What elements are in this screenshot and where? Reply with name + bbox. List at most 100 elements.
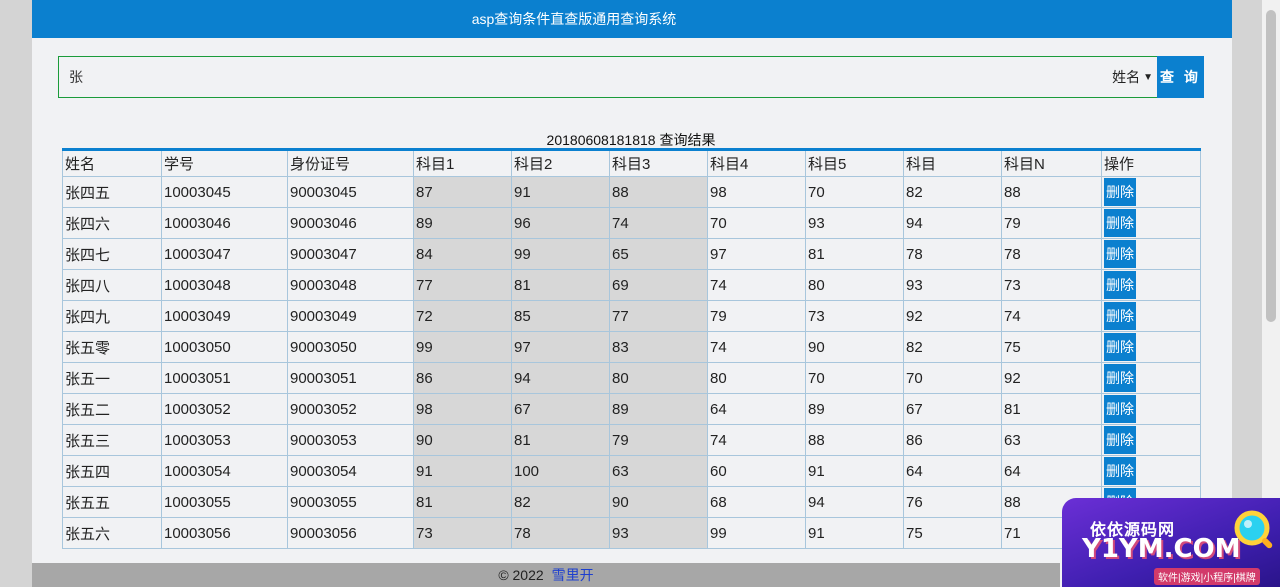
table-cell: 10003054 bbox=[161, 455, 288, 487]
table-cell: 张四六 bbox=[62, 207, 162, 239]
table-row: 张五四 10003054 90003054 91 100 63 60 91 64 64 删除 bbox=[62, 455, 1201, 487]
table-cell: 86 bbox=[413, 362, 512, 394]
column-header: 科目N bbox=[1001, 149, 1102, 177]
table-cell: 90003049 bbox=[287, 300, 414, 332]
scrollbar-thumb[interactable] bbox=[1266, 10, 1276, 322]
table-cell: 64 bbox=[903, 455, 1002, 487]
magnifier-icon bbox=[1234, 510, 1273, 549]
delete-button[interactable]: 删除 bbox=[1104, 178, 1136, 206]
table-cell: 74 bbox=[609, 207, 708, 239]
delete-button[interactable]: 删除 bbox=[1104, 364, 1136, 392]
table-cell: 99 bbox=[413, 331, 512, 363]
search-input[interactable] bbox=[59, 57, 1107, 97]
table-cell: 94 bbox=[511, 362, 610, 394]
table-cell: 张五四 bbox=[62, 455, 162, 487]
table-cell: 85 bbox=[511, 300, 610, 332]
table-cell: 张四七 bbox=[62, 238, 162, 270]
table-cell: 90003052 bbox=[287, 393, 414, 425]
delete-button[interactable]: 删除 bbox=[1104, 333, 1136, 361]
table-cell: 75 bbox=[1001, 331, 1102, 363]
table-cell: 90003047 bbox=[287, 238, 414, 270]
table-row: 张四八 10003048 90003048 77 81 69 74 80 93 73 删除 bbox=[62, 269, 1201, 301]
table-cell: 张五三 bbox=[62, 424, 162, 456]
column-header: 科目5 bbox=[805, 149, 904, 177]
table-cell: 98 bbox=[707, 176, 806, 208]
table-cell: 63 bbox=[609, 455, 708, 487]
table-cell: 88 bbox=[1001, 176, 1102, 208]
table-cell: 65 bbox=[609, 238, 708, 270]
table-cell: 72 bbox=[413, 300, 512, 332]
table-cell: 90003048 bbox=[287, 269, 414, 301]
table-cell: 70 bbox=[805, 362, 904, 394]
table-row: 张四六 10003046 90003046 89 96 74 70 93 94 79 删除 bbox=[62, 207, 1201, 239]
page: asp查询条件直查版通用查询系统 姓名 ▼ 查 询 20180608181818… bbox=[32, 0, 1232, 587]
table-cell: 78 bbox=[903, 238, 1002, 270]
watermark-line3: 软件|游戏|小程序|棋牌 bbox=[1154, 568, 1260, 585]
table-cell: 74 bbox=[707, 269, 806, 301]
column-header: 姓名 bbox=[62, 149, 162, 177]
table-cell: 89 bbox=[609, 393, 708, 425]
table-cell: 删除 bbox=[1101, 455, 1201, 487]
table-cell: 10003046 bbox=[161, 207, 288, 239]
table-cell: 删除 bbox=[1101, 424, 1201, 456]
table-cell: 100 bbox=[511, 455, 610, 487]
table-cell: 90003055 bbox=[287, 486, 414, 518]
footer: © 2022 雪里开 bbox=[32, 563, 1060, 587]
table-row: 张四七 10003047 90003047 84 99 65 97 81 78 78 删除 bbox=[62, 238, 1201, 270]
delete-button[interactable]: 删除 bbox=[1104, 302, 1136, 330]
column-header: 科目4 bbox=[707, 149, 806, 177]
watermark-badge: 依依源码网 Y1YM.COM 软件|游戏|小程序|棋牌 bbox=[1062, 498, 1280, 587]
table-cell: 97 bbox=[707, 238, 806, 270]
table-cell: 80 bbox=[707, 362, 806, 394]
delete-button[interactable]: 删除 bbox=[1104, 209, 1136, 237]
table-cell: 删除 bbox=[1101, 300, 1201, 332]
table-cell: 张五五 bbox=[62, 486, 162, 518]
table-cell: 94 bbox=[805, 486, 904, 518]
delete-button[interactable]: 删除 bbox=[1104, 240, 1136, 268]
table-cell: 93 bbox=[805, 207, 904, 239]
column-header: 科目1 bbox=[413, 149, 512, 177]
column-header: 科目2 bbox=[511, 149, 610, 177]
chevron-down-icon: ▼ bbox=[1143, 71, 1153, 83]
table-row: 张五一 10003051 90003051 86 94 80 80 70 70 92 删除 bbox=[62, 362, 1201, 394]
table-cell: 90003045 bbox=[287, 176, 414, 208]
delete-button[interactable]: 删除 bbox=[1104, 426, 1136, 454]
table-cell: 10003051 bbox=[161, 362, 288, 394]
table-cell: 60 bbox=[707, 455, 806, 487]
table-cell: 94 bbox=[903, 207, 1002, 239]
delete-button[interactable]: 删除 bbox=[1104, 395, 1136, 423]
delete-button[interactable]: 删除 bbox=[1104, 271, 1136, 299]
table-cell: 删除 bbox=[1101, 269, 1201, 301]
table-cell: 86 bbox=[903, 424, 1002, 456]
table-cell: 91 bbox=[805, 455, 904, 487]
table-row: 张五零 10003050 90003050 99 97 83 74 90 82 75 删除 bbox=[62, 331, 1201, 363]
table-cell: 76 bbox=[903, 486, 1002, 518]
footer-link[interactable]: 雪里开 bbox=[552, 565, 594, 585]
results-table: 姓名 学号 身份证号 科目1 科目2 科目3 科目4 科目5 科目 科目N 操作… bbox=[62, 148, 1201, 549]
table-cell: 10003052 bbox=[161, 393, 288, 425]
table-body: 张四五 10003045 90003045 87 91 88 98 70 82 88 删除 张四六 10… bbox=[62, 176, 1201, 549]
table-cell: 张四九 bbox=[62, 300, 162, 332]
table-cell: 张四八 bbox=[62, 269, 162, 301]
table-cell: 92 bbox=[903, 300, 1002, 332]
table-cell: 90 bbox=[805, 331, 904, 363]
table-cell: 67 bbox=[903, 393, 1002, 425]
delete-button[interactable]: 删除 bbox=[1104, 457, 1136, 485]
table-cell: 90 bbox=[609, 486, 708, 518]
table-cell: 81 bbox=[805, 238, 904, 270]
table-cell: 93 bbox=[903, 269, 1002, 301]
table-cell: 74 bbox=[1001, 300, 1102, 332]
table-cell: 91 bbox=[413, 455, 512, 487]
table-row: 张五六100030569000305673789399917571删除 bbox=[62, 517, 1201, 549]
field-select[interactable]: 姓名 ▼ bbox=[1106, 57, 1157, 97]
table-cell: 67 bbox=[511, 393, 610, 425]
table-cell: 80 bbox=[805, 269, 904, 301]
table-cell: 81 bbox=[511, 269, 610, 301]
table-cell: 78 bbox=[1001, 238, 1102, 270]
table-cell: 74 bbox=[707, 424, 806, 456]
query-button[interactable]: 查 询 bbox=[1157, 56, 1204, 98]
table-cell: 10003049 bbox=[161, 300, 288, 332]
table-cell: 70 bbox=[903, 362, 1002, 394]
table-cell: 74 bbox=[707, 331, 806, 363]
table-cell: 79 bbox=[707, 300, 806, 332]
